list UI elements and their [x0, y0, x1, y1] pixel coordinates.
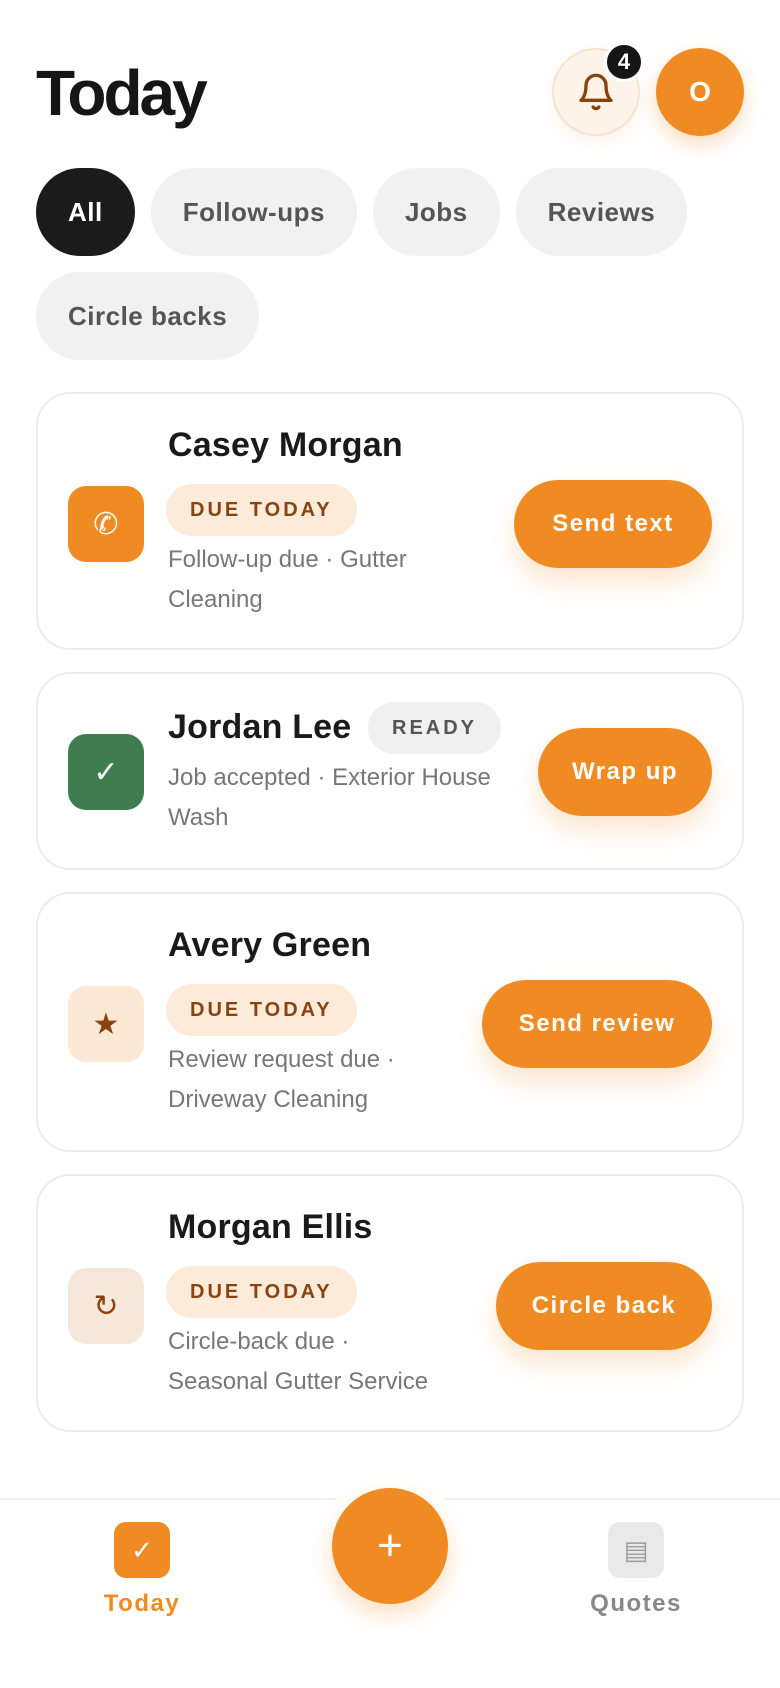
task-customer-name: Casey Morgan — [168, 426, 403, 464]
document-icon: ▤ — [608, 1522, 664, 1578]
task-description-line: Seasonal Gutter Service — [168, 1368, 429, 1395]
task-description-line: Circle-back due · — [168, 1328, 350, 1355]
status-badge: DUE TODAY — [166, 1266, 357, 1318]
bottom-nav: ✓ Today + ▤ Quotes — [0, 1474, 780, 1688]
task-description-line: Job accepted · Exterior House — [168, 764, 491, 791]
status-badge: DUE TODAY — [166, 984, 357, 1036]
add-button[interactable]: + — [332, 1488, 448, 1604]
star-icon: ★ — [68, 986, 144, 1062]
nav-item-today[interactable]: ✓ Today — [52, 1522, 232, 1618]
task-customer-name: Avery Green — [168, 926, 372, 964]
nav-label-quotes: Quotes — [590, 1590, 682, 1617]
nav-label-today: Today — [103, 1590, 181, 1617]
send-review-button[interactable]: Send review — [482, 980, 712, 1068]
plus-icon: + — [377, 1521, 403, 1570]
task-card[interactable]: ↻ Morgan Ellis DUE TODAY Circle-back due… — [36, 1174, 744, 1432]
filter-chip-reviews[interactable]: Reviews — [515, 168, 688, 256]
task-description: Circle-back due · Seasonal Gutter Servic… — [168, 1322, 428, 1402]
task-description: Follow-up due · Gutter Cleaning — [168, 540, 407, 620]
filter-chip-follow-ups[interactable]: Follow-ups — [150, 168, 357, 256]
task-card[interactable]: ✆ Casey Morgan DUE TODAY Follow-up due ·… — [36, 392, 744, 650]
filter-chips: All Follow-ups Jobs Reviews Circle backs — [36, 168, 744, 360]
task-description: Review request due · Driveway Cleaning — [168, 1040, 395, 1120]
status-badge: DUE TODAY — [166, 484, 357, 536]
task-description-line: Driveway Cleaning — [168, 1086, 369, 1113]
task-description-line: Review request due · — [168, 1046, 395, 1073]
task-card[interactable]: ★ Avery Green DUE TODAY Review request d… — [36, 892, 744, 1152]
avatar[interactable]: O — [656, 48, 744, 136]
phone-icon: ✆ — [68, 486, 144, 562]
notification-count-badge: 4 — [604, 42, 644, 82]
send-text-button[interactable]: Send text — [514, 480, 712, 568]
check-icon: ✓ — [114, 1522, 170, 1578]
page-header: Today 4 O — [36, 42, 744, 138]
check-icon: ✓ — [68, 734, 144, 810]
wrap-up-button[interactable]: Wrap up — [538, 728, 712, 816]
task-description-line: Follow-up due · Gutter — [168, 546, 407, 573]
filter-chip-all[interactable]: All — [36, 168, 135, 256]
refresh-icon: ↻ — [68, 1268, 144, 1344]
task-customer-name: Morgan Ellis — [168, 1208, 373, 1246]
status-badge: READY — [368, 702, 502, 754]
bell-icon — [579, 73, 613, 111]
page-title: Today — [36, 57, 208, 129]
task-description: Job accepted · Exterior House Wash — [168, 758, 491, 838]
task-description-line: Cleaning — [168, 586, 263, 613]
task-customer-name: Jordan Lee — [168, 708, 352, 746]
task-description-line: Wash — [168, 804, 229, 831]
filter-chip-jobs[interactable]: Jobs — [372, 168, 500, 256]
task-card[interactable]: ✓ Jordan Lee READY Job accepted · Exteri… — [36, 672, 744, 870]
nav-item-quotes[interactable]: ▤ Quotes — [546, 1522, 726, 1618]
circle-back-button[interactable]: Circle back — [496, 1262, 712, 1350]
filter-chip-circle-backs[interactable]: Circle backs — [36, 272, 260, 360]
